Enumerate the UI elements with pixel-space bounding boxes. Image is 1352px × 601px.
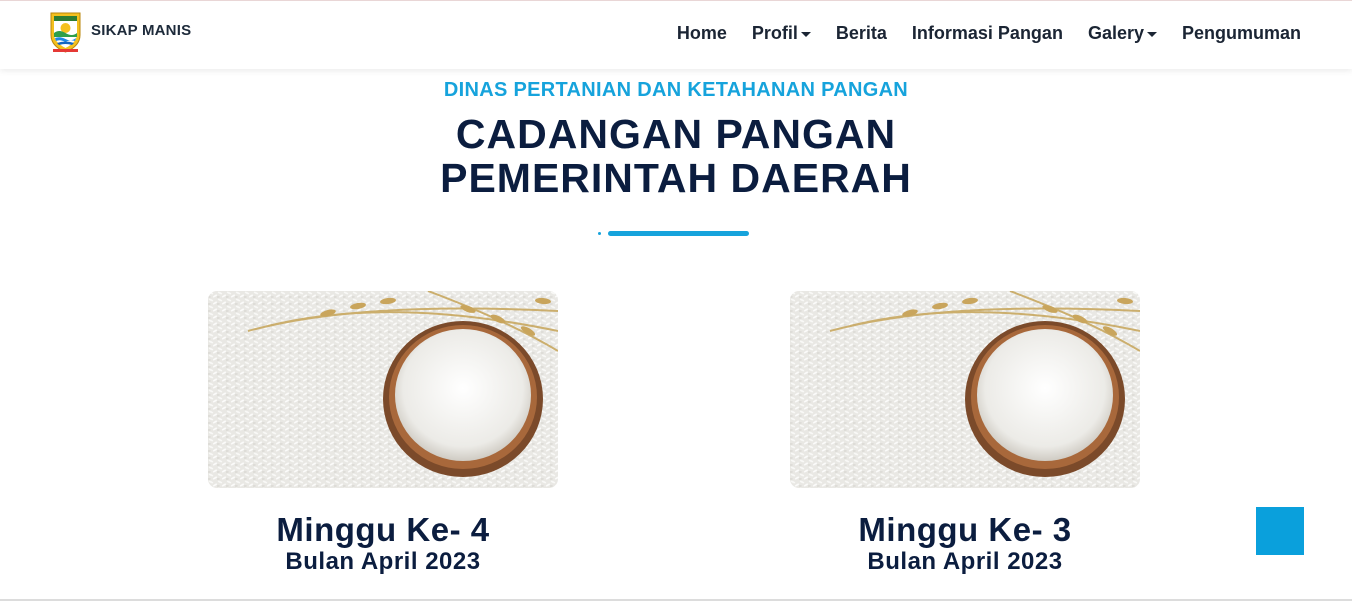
navbar: SIKAP MANIS Home Profil Berita Informasi…	[0, 0, 1352, 69]
divider-dot	[598, 232, 601, 235]
title-divider	[598, 231, 750, 236]
nav-item-label: Pengumuman	[1181, 23, 1301, 43]
nav-item-label: Profil	[751, 23, 798, 43]
nav-item-label: Home	[676, 23, 727, 43]
section-subtitle: DINAS PERTANIAN DAN KETAHANAN PANGAN	[443, 79, 909, 101]
nav-item-berita[interactable]: Berita	[836, 23, 887, 44]
divider-line	[608, 231, 749, 236]
nav-item-profil[interactable]: Profil	[752, 23, 811, 44]
report-card[interactable]: Minggu Ke- 3 Bulan April 2023	[790, 291, 1140, 576]
caret-down-icon	[1146, 31, 1157, 37]
nav-item-galery[interactable]: Galery	[1088, 23, 1157, 44]
page-title-line-1: CADANGAN PANGAN	[455, 111, 897, 157]
brand-link[interactable]: SIKAP MANIS	[49, 11, 191, 53]
nav-item-pengumuman[interactable]: Pengumuman	[1182, 23, 1301, 44]
regency-emblem-icon	[50, 12, 81, 53]
page-title-line-2: PEMERINTAH DAERAH	[440, 155, 912, 201]
report-card[interactable]: Minggu Ke- 4 Bulan April 2023	[208, 291, 558, 576]
rice-bowl-image	[790, 291, 1140, 488]
main-nav: Home Profil Berita Informasi Pangan Gale…	[677, 23, 1301, 44]
page-title: CADANGAN PANGAN PEMERINTAH DAERAH	[0, 112, 1352, 200]
nav-item-informasi-pangan[interactable]: Informasi Pangan	[912, 23, 1063, 44]
card-title: Minggu Ke- 3	[858, 511, 1072, 548]
card-title: Minggu Ke- 4	[276, 511, 490, 548]
rice-bowl-image	[208, 291, 558, 488]
nav-item-label: Informasi Pangan	[911, 23, 1063, 43]
nav-item-home[interactable]: Home	[677, 23, 727, 44]
card-subtitle: Bulan April 2023	[285, 548, 481, 575]
card-subtitle: Bulan April 2023	[867, 548, 1063, 575]
back-to-top-button[interactable]	[1256, 507, 1304, 555]
caret-down-icon	[800, 31, 811, 37]
brand-name: SIKAP MANIS	[91, 22, 192, 39]
nav-item-label: Berita	[835, 23, 887, 43]
nav-item-label: Galery	[1087, 23, 1144, 43]
